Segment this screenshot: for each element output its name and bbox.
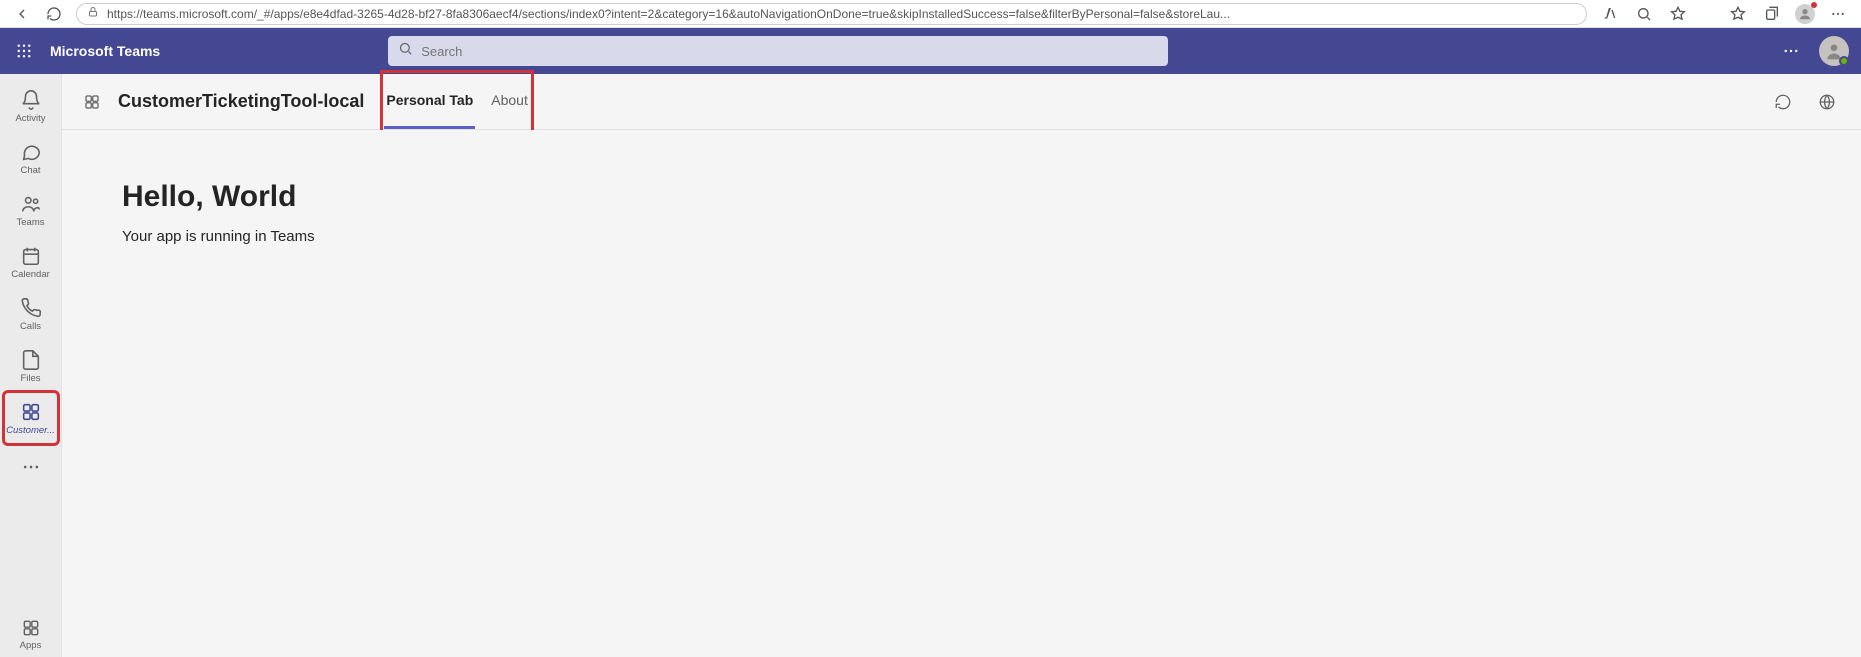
search-icon (398, 41, 413, 61)
app-launcher-button[interactable] (12, 39, 36, 63)
app-header: CustomerTicketingTool-local Personal Tab… (62, 74, 1861, 130)
popout-button[interactable] (1813, 88, 1841, 116)
content-subtext: Your app is running in Teams (122, 228, 1801, 245)
rail-more[interactable] (4, 444, 58, 490)
lock-icon (87, 6, 99, 21)
app-title: CustomerTicketingTool-local (118, 91, 364, 112)
url-text: https://teams.microsoft.com/_#/apps/e8e4… (107, 7, 1576, 21)
rail-apps[interactable]: Apps (4, 611, 58, 657)
app-rail: Activity Chat Teams Calendar Calls Files… (0, 74, 62, 657)
presence-indicator (1839, 56, 1849, 66)
rail-label: Chat (20, 165, 40, 176)
refresh-button[interactable] (44, 4, 64, 24)
tab-label: Personal Tab (386, 92, 473, 108)
tab-content: Hello, World Your app is running in Team… (62, 130, 1861, 657)
rail-chat[interactable]: Chat (4, 132, 58, 184)
rail-calls[interactable]: Calls (4, 288, 58, 340)
search-input[interactable] (421, 44, 1158, 59)
rail-customer-app[interactable]: Customer... (4, 392, 58, 444)
header-more-button[interactable] (1777, 37, 1805, 65)
rail-label: Activity (15, 113, 45, 124)
rail-apps-label: Apps (20, 640, 42, 651)
rail-activity[interactable]: Activity (4, 80, 58, 132)
notification-dot (1811, 2, 1817, 8)
zoom-button[interactable] (1633, 3, 1655, 25)
teams-header: Microsoft Teams (0, 28, 1861, 74)
collections-button[interactable] (1761, 3, 1783, 25)
rail-files[interactable]: Files (4, 340, 58, 392)
brand-label: Microsoft Teams (50, 43, 160, 59)
tab-about[interactable]: About (489, 74, 530, 129)
address-bar[interactable]: https://teams.microsoft.com/_#/apps/e8e4… (76, 3, 1587, 25)
rail-label: Customer... (6, 425, 55, 436)
browser-chrome: https://teams.microsoft.com/_#/apps/e8e4… (0, 0, 1861, 28)
rail-label: Calendar (11, 269, 50, 280)
browser-more-button[interactable] (1827, 3, 1849, 25)
profile-avatar[interactable] (1819, 36, 1849, 66)
browser-profile-button[interactable] (1795, 4, 1815, 24)
content-heading: Hello, World (122, 180, 1801, 214)
read-aloud-button[interactable] (1599, 3, 1621, 25)
favorites-button[interactable] (1727, 3, 1749, 25)
app-icon (82, 92, 102, 112)
reload-tab-button[interactable] (1769, 88, 1797, 116)
rail-teams[interactable]: Teams (4, 184, 58, 236)
back-button[interactable] (12, 4, 32, 24)
rail-calendar[interactable]: Calendar (4, 236, 58, 288)
rail-label: Calls (20, 321, 41, 332)
app-tabs: Personal Tab About (384, 74, 529, 129)
tab-personal[interactable]: Personal Tab (384, 74, 475, 129)
favorites-add-button[interactable] (1667, 3, 1689, 25)
rail-label: Teams (17, 217, 45, 228)
main-area: CustomerTicketingTool-local Personal Tab… (62, 74, 1861, 657)
search-box[interactable] (388, 36, 1168, 66)
tab-label: About (491, 92, 528, 108)
rail-label: Files (20, 373, 40, 384)
